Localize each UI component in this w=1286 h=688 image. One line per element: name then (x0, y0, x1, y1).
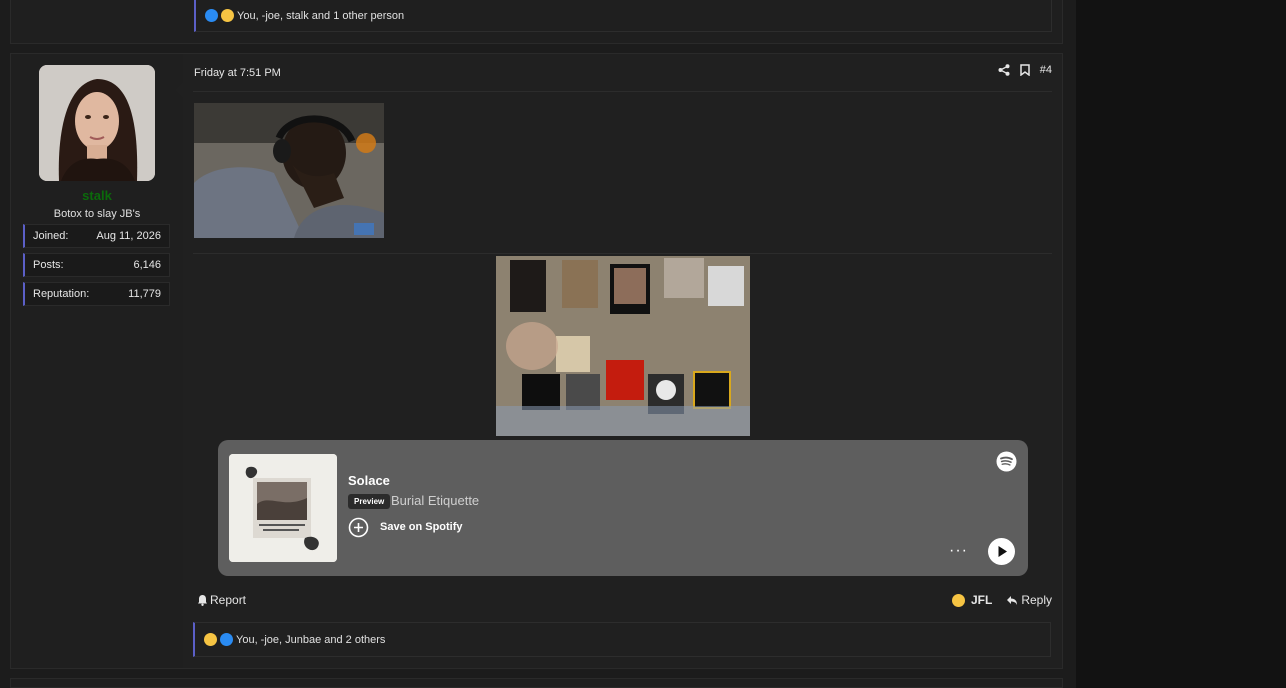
stat-posts: Posts: 6,146 (23, 253, 170, 277)
previous-post: You, -joe, stalk and 1 other person (10, 0, 1063, 44)
stat-value: Aug 11, 2026 (96, 230, 161, 242)
share-icon[interactable] (998, 64, 1010, 76)
bell-icon (198, 595, 207, 606)
thread-container: You, -joe, stalk and 1 other person stal… (0, 0, 1076, 688)
stat-label: Posts: (33, 259, 64, 271)
reaction-button[interactable]: JFL (951, 593, 992, 607)
album-art[interactable] (229, 454, 337, 562)
reactions-summary[interactable]: You, -joe, Junbae and 2 others (236, 634, 385, 646)
reactions-summary[interactable]: You, -joe, stalk and 1 other person (237, 10, 404, 22)
footer-actions: JFL Reply (951, 593, 1052, 607)
stat-joined: Joined: Aug 11, 2026 (23, 224, 170, 248)
embedded-gif[interactable] (194, 103, 384, 238)
username[interactable]: stalk (11, 188, 183, 203)
track-title[interactable]: Solace (348, 473, 390, 488)
save-on-spotify-button[interactable]: Save on Spotify (380, 521, 463, 533)
embedded-image-collage[interactable] (496, 256, 750, 436)
report-button[interactable]: Report (197, 593, 246, 607)
post-date[interactable]: Friday at 7:51 PM (194, 67, 281, 79)
spotify-icon[interactable] (996, 451, 1017, 472)
post-actions: #4 (998, 64, 1052, 76)
previous-post-reactions[interactable]: You, -joe, stalk and 1 other person (194, 0, 1052, 32)
post-reactions[interactable]: You, -joe, Junbae and 2 others (193, 622, 1051, 657)
reply-label[interactable]: Reply (1021, 593, 1052, 607)
stat-label: Reputation: (33, 288, 90, 300)
spotify-embed[interactable]: Solace Preview Burial Etiquette Save on … (218, 440, 1028, 576)
reply-button[interactable]: Reply (1006, 593, 1052, 607)
stat-label: Joined: (33, 230, 69, 242)
user-info-column: stalk Botox to slay JB's Joined: Aug 11,… (11, 54, 183, 668)
track-artist[interactable]: Burial Etiquette (391, 493, 479, 508)
post-arrow (175, 82, 183, 98)
reply-icon (1007, 595, 1018, 605)
post-content: Friday at 7:51 PM #4 Solace Preview Buri… (175, 54, 1062, 668)
page-side-area (1076, 0, 1286, 688)
stat-value: 11,779 (128, 288, 161, 300)
preview-badge: Preview (348, 494, 391, 509)
avatar[interactable] (39, 65, 155, 181)
add-circle-icon[interactable] (348, 517, 369, 538)
stat-value[interactable]: 6,146 (133, 259, 161, 271)
report-label[interactable]: Report (210, 593, 246, 607)
divider (193, 253, 1052, 254)
user-title: Botox to slay JB's (53, 208, 141, 220)
reaction-label[interactable]: JFL (971, 593, 992, 607)
laugh-icon (951, 593, 965, 607)
play-button[interactable] (988, 538, 1015, 565)
like-icon (205, 9, 218, 22)
post-number[interactable]: #4 (1040, 64, 1052, 76)
more-options-button[interactable]: ··· (949, 542, 968, 560)
divider (193, 91, 1052, 92)
stat-reputation: Reputation: 11,779 (23, 282, 170, 306)
play-icon (998, 546, 1007, 557)
bookmark-icon[interactable] (1020, 64, 1030, 76)
like-icon (220, 633, 233, 646)
laugh-icon (204, 633, 217, 646)
laugh-icon (221, 9, 234, 22)
next-post (10, 678, 1063, 688)
post: stalk Botox to slay JB's Joined: Aug 11,… (10, 53, 1063, 669)
